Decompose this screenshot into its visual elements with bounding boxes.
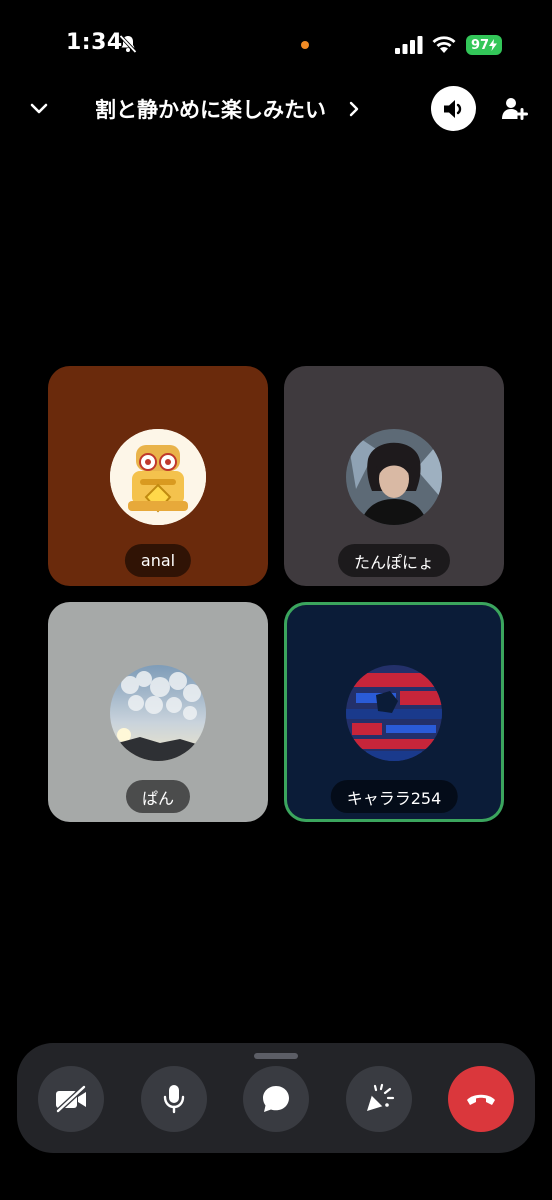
avatar <box>110 665 206 761</box>
status-time: 1:34 <box>66 30 123 55</box>
add-user-button[interactable] <box>498 92 532 126</box>
portrait-avatar-image <box>346 429 442 525</box>
participant-tile-tanponyo[interactable]: たんぽにょ <box>284 366 504 586</box>
avatar <box>346 429 442 525</box>
collapse-button[interactable] <box>24 94 54 124</box>
status-bar: 1:34 97 <box>0 0 552 90</box>
avatar <box>110 429 206 525</box>
poster-avatar-image <box>346 665 442 761</box>
recording-indicator <box>301 41 309 49</box>
activities-icon <box>367 1083 395 1111</box>
panel-grab-handle[interactable] <box>254 1053 298 1059</box>
battery-level: 97 <box>470 37 490 53</box>
participant-tile-kyarara254[interactable]: キャララ254 <box>284 602 504 822</box>
battery-indicator: 97 <box>466 35 502 55</box>
channel-title[interactable]: 割と静かめに楽しみたい <box>95 94 326 124</box>
end-call-button[interactable] <box>448 1066 514 1132</box>
robot-avatar-image <box>110 429 206 525</box>
activities-button[interactable] <box>346 1066 412 1132</box>
chat-button[interactable] <box>243 1066 309 1132</box>
camera-off-icon <box>56 1085 86 1113</box>
call-controls-panel <box>17 1043 535 1153</box>
chat-icon <box>263 1086 289 1112</box>
microphone-button[interactable] <box>141 1066 207 1132</box>
participant-tile-pan[interactable]: ぱん <box>48 602 268 822</box>
speaker-output-button[interactable] <box>431 86 476 131</box>
participant-tile-anal[interactable]: anal <box>48 366 268 586</box>
call-header: 割と静かめに楽しみたい <box>0 80 552 138</box>
participant-name: anal <box>124 544 192 577</box>
cellular-signal-icon <box>395 36 423 54</box>
camera-toggle-button[interactable] <box>38 1066 104 1132</box>
chevron-right-icon[interactable] <box>345 98 363 120</box>
microphone-icon <box>163 1085 185 1114</box>
speaker-icon <box>443 99 461 118</box>
wifi-icon <box>432 36 456 53</box>
add-user-icon <box>502 98 528 120</box>
participant-name: たんぽにょ <box>337 544 451 577</box>
sky-photo-avatar-image <box>110 665 206 761</box>
participant-name: キャララ254 <box>330 780 458 813</box>
bell-off-icon <box>119 34 137 54</box>
charging-icon <box>489 39 498 51</box>
avatar <box>346 665 442 761</box>
chevron-down-icon <box>30 103 48 114</box>
participant-name: ぱん <box>125 780 191 813</box>
hang-up-icon <box>467 1094 495 1105</box>
